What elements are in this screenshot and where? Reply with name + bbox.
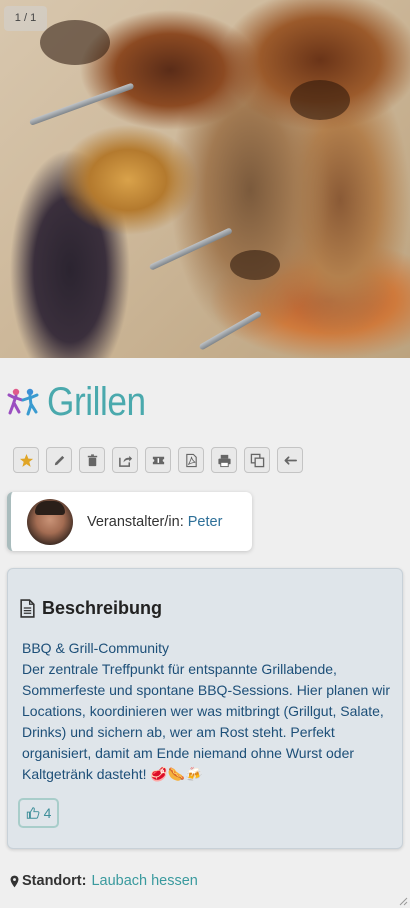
organizer-label: Veranstalter/in: Peter [87, 514, 222, 530]
description-heading: Beschreibung [42, 598, 163, 618]
back-button[interactable] [277, 447, 303, 473]
dancing-people-icon [7, 388, 39, 416]
event-image[interactable]: 1 / 1 [0, 0, 410, 358]
print-icon [217, 454, 231, 467]
location-label: Standort: [22, 873, 87, 889]
edit-button[interactable] [46, 447, 72, 473]
avatar[interactable] [27, 498, 73, 545]
arrow-left-icon [284, 455, 297, 465]
skewer [198, 310, 263, 351]
location-link[interactable]: Laubach hessen [91, 873, 197, 889]
copy-icon [250, 453, 264, 467]
event-header: Grillen [7, 380, 159, 424]
ticket-button[interactable] [145, 447, 171, 473]
resize-handle-icon[interactable] [398, 896, 408, 906]
location-row: Standort: Laubach hessen [10, 873, 198, 889]
organizer-name-link[interactable]: Peter [188, 514, 223, 530]
share-icon [118, 455, 132, 467]
document-icon [20, 599, 35, 618]
map-marker-icon [10, 875, 19, 887]
pdf-icon [185, 453, 197, 467]
pdf-button[interactable] [178, 447, 204, 473]
share-button[interactable] [112, 447, 138, 473]
description-text: BBQ & Grill-Community Der zentrale Treff… [22, 638, 392, 785]
delete-button[interactable] [79, 447, 105, 473]
description-subtitle: BBQ & Grill-Community [22, 640, 170, 656]
like-button[interactable]: 4 [18, 798, 59, 828]
action-toolbar [13, 447, 303, 473]
organizer-card: Veranstalter/in: Peter [7, 492, 252, 551]
copy-button[interactable] [244, 447, 270, 473]
image-counter: 1 / 1 [4, 6, 47, 31]
image-texture [40, 20, 110, 65]
image-texture [290, 80, 350, 120]
page-title: Grillen [47, 379, 146, 424]
favorite-button[interactable] [13, 447, 39, 473]
organizer-label-text: Veranstalter/in: [87, 513, 184, 530]
pencil-icon [54, 455, 64, 465]
like-count: 4 [43, 805, 52, 821]
description-header: Beschreibung [19, 598, 162, 619]
trash-icon [87, 453, 97, 466]
thumbs-up-icon [26, 807, 40, 819]
ticket-icon [152, 456, 164, 464]
skewer [148, 227, 233, 271]
description-panel: Beschreibung BBQ & Grill-Community Der z… [7, 568, 403, 849]
star-icon [19, 453, 33, 467]
description-body: Der zentrale Treffpunkt für entspannte G… [22, 661, 391, 782]
print-button[interactable] [211, 447, 237, 473]
skewer [28, 82, 135, 126]
image-texture [230, 250, 280, 280]
